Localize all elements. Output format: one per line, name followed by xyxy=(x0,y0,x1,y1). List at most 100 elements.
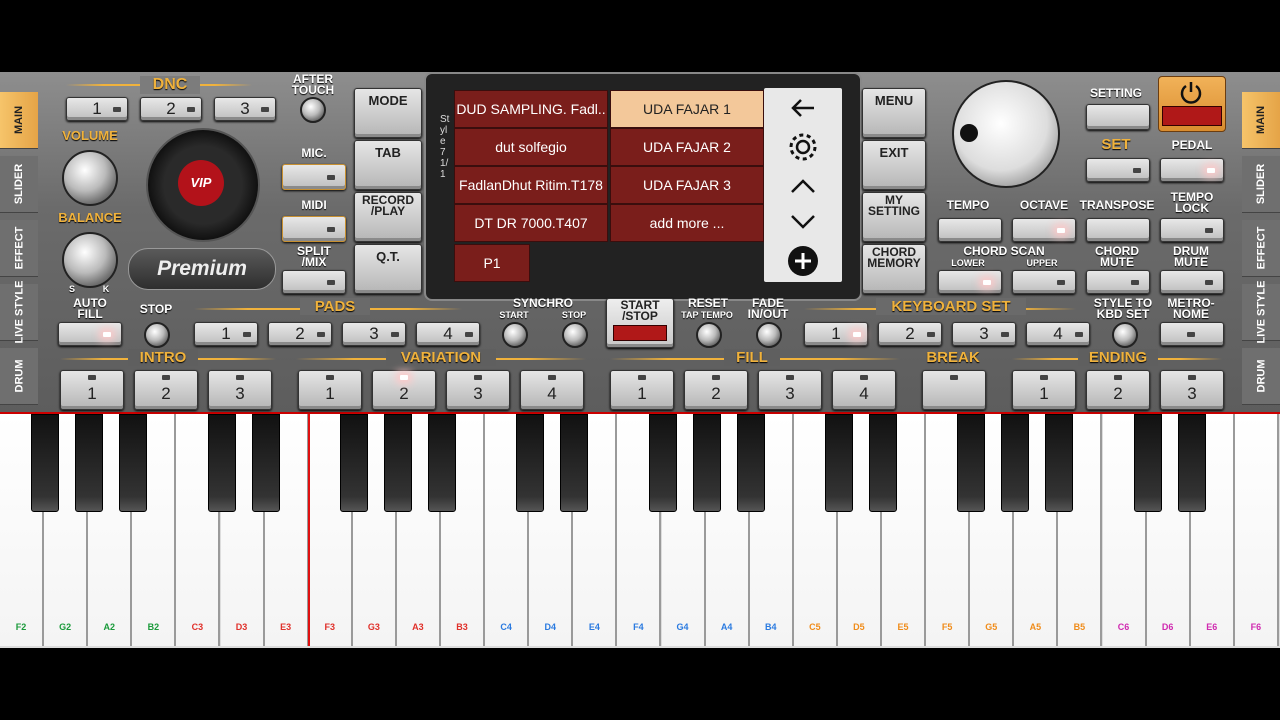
tab-button[interactable]: TAB xyxy=(354,140,422,190)
add-more-cell[interactable]: add more ... xyxy=(610,204,764,242)
black-key[interactable] xyxy=(1133,414,1162,512)
black-key[interactable] xyxy=(428,414,456,512)
style-variant-3[interactable]: UDA FAJAR 3 xyxy=(610,166,764,204)
pad-button-3[interactable]: 3 xyxy=(342,322,406,346)
ending-button-2[interactable]: 2 xyxy=(1086,370,1150,410)
reset-knob[interactable] xyxy=(696,322,722,348)
black-key[interactable] xyxy=(1045,414,1074,512)
black-key[interactable] xyxy=(560,414,589,512)
variation-button-1[interactable]: 1 xyxy=(298,370,362,410)
chord-mute-button[interactable] xyxy=(1086,270,1150,294)
chord-memory-button[interactable]: CHORD MEMORY xyxy=(862,244,926,294)
midi-button[interactable] xyxy=(282,216,346,242)
dnc-button-1[interactable]: 1 xyxy=(66,97,128,121)
variation-button-2[interactable]: 2 xyxy=(372,370,436,410)
black-key[interactable] xyxy=(1177,414,1206,512)
fill-button-2[interactable]: 2 xyxy=(684,370,748,410)
drum-mute-button[interactable] xyxy=(1160,270,1224,294)
side-tab-effect[interactable]: EFFECT xyxy=(0,220,38,277)
black-key[interactable] xyxy=(692,414,721,512)
black-key[interactable] xyxy=(516,414,545,512)
style-cell-4[interactable]: DT DR 7000.T407 xyxy=(454,204,608,242)
intro-button-1[interactable]: 1 xyxy=(60,370,124,410)
chevron-down-icon[interactable] xyxy=(790,214,816,230)
metronome-button[interactable] xyxy=(1160,322,1224,346)
black-key[interactable] xyxy=(957,414,986,512)
start-stop-button[interactable]: START /STOP xyxy=(606,298,674,348)
dnc-button-2[interactable]: 2 xyxy=(140,97,202,121)
style-cell-1[interactable]: DUD SAMPLING. Fadl.. xyxy=(454,90,608,128)
style-variant-1[interactable]: UDA FAJAR 1 xyxy=(610,90,764,128)
ending-button-1[interactable]: 1 xyxy=(1012,370,1076,410)
plus-circle-icon[interactable] xyxy=(786,244,820,278)
fill-button-4[interactable]: 4 xyxy=(832,370,896,410)
mode-button[interactable]: MODE xyxy=(354,88,422,138)
black-key[interactable] xyxy=(207,414,236,512)
side-tab-drum[interactable]: DRUM xyxy=(1242,348,1280,405)
gear-icon[interactable] xyxy=(786,130,820,164)
intro-button-3[interactable]: 3 xyxy=(208,370,272,410)
pads-stop-knob[interactable] xyxy=(144,322,170,348)
chord-scan-upper-button[interactable] xyxy=(1012,270,1076,294)
keyboard-set-button-1[interactable]: 1 xyxy=(804,322,868,346)
my-setting-button[interactable]: MY SETTING xyxy=(862,192,926,242)
black-key[interactable] xyxy=(31,414,60,512)
chord-scan-lower-button[interactable] xyxy=(938,270,1002,294)
white-key[interactable]: F6 xyxy=(1234,414,1279,646)
side-tab-drum[interactable]: DRUM xyxy=(0,348,38,405)
black-key[interactable] xyxy=(75,414,104,512)
pad-button-2[interactable]: 2 xyxy=(268,322,332,346)
pedal-button[interactable] xyxy=(1160,158,1224,182)
keyboard-set-button-3[interactable]: 3 xyxy=(952,322,1016,346)
side-tab-live-style[interactable]: LIVE STYLE xyxy=(1242,281,1280,343)
keyboard-set-button-2[interactable]: 2 xyxy=(878,322,942,346)
black-key[interactable] xyxy=(119,414,148,512)
setting-button[interactable] xyxy=(1086,104,1150,130)
octave-button[interactable] xyxy=(1012,218,1076,242)
black-key[interactable] xyxy=(339,414,368,512)
fade-knob[interactable] xyxy=(756,322,782,348)
style-variant-2[interactable]: UDA FAJAR 2 xyxy=(610,128,764,166)
style-cell-2[interactable]: dut solfegio xyxy=(454,128,608,166)
menu-button[interactable]: MENU xyxy=(862,88,926,138)
variation-button-3[interactable]: 3 xyxy=(446,370,510,410)
record-play-button[interactable]: RECORD /PLAY xyxy=(354,192,422,242)
fill-button-1[interactable]: 1 xyxy=(610,370,674,410)
keyboard-set-button-4[interactable]: 4 xyxy=(1026,322,1090,346)
pad-button-4[interactable]: 4 xyxy=(416,322,480,346)
after-touch-knob[interactable] xyxy=(300,97,326,123)
side-tab-effect[interactable]: EFFECT xyxy=(1242,220,1280,277)
black-key[interactable] xyxy=(383,414,412,512)
side-tab-slider[interactable]: SLIDER xyxy=(0,156,38,213)
transpose-button[interactable] xyxy=(1086,218,1150,242)
side-tab-main[interactable]: MAIN xyxy=(0,92,38,149)
balance-knob[interactable] xyxy=(62,232,118,288)
volume-knob[interactable] xyxy=(62,150,118,206)
tempo-lock-button[interactable] xyxy=(1160,218,1224,242)
side-tab-slider[interactable]: SLIDER xyxy=(1242,156,1280,213)
synchro-start-knob[interactable] xyxy=(502,322,528,348)
qt-button[interactable]: Q.T. xyxy=(354,244,422,294)
side-tab-main[interactable]: MAIN xyxy=(1242,92,1280,149)
exit-button[interactable]: EXIT xyxy=(862,140,926,190)
mic-button[interactable] xyxy=(282,164,346,190)
set-button[interactable] xyxy=(1086,158,1150,182)
black-key[interactable] xyxy=(869,414,897,512)
premium-badge[interactable]: Premium xyxy=(128,248,276,290)
fill-button-3[interactable]: 3 xyxy=(758,370,822,410)
style-to-kbd-knob[interactable] xyxy=(1112,322,1138,348)
page-p1[interactable]: P1 xyxy=(454,244,530,282)
split-mix-button[interactable] xyxy=(282,270,346,294)
style-cell-3[interactable]: FadlanDhut Ritim.T178 xyxy=(454,166,608,204)
break-button[interactable] xyxy=(922,370,986,410)
synchro-stop-knob[interactable] xyxy=(562,322,588,348)
ending-button-3[interactable]: 3 xyxy=(1160,370,1224,410)
black-key[interactable] xyxy=(1001,414,1030,512)
black-key[interactable] xyxy=(648,414,677,512)
back-arrow-icon[interactable] xyxy=(788,96,818,120)
black-key[interactable] xyxy=(736,414,765,512)
auto-fill-button[interactable] xyxy=(58,322,122,346)
variation-button-4[interactable]: 4 xyxy=(520,370,584,410)
intro-button-2[interactable]: 2 xyxy=(134,370,198,410)
pad-button-1[interactable]: 1 xyxy=(194,322,258,346)
